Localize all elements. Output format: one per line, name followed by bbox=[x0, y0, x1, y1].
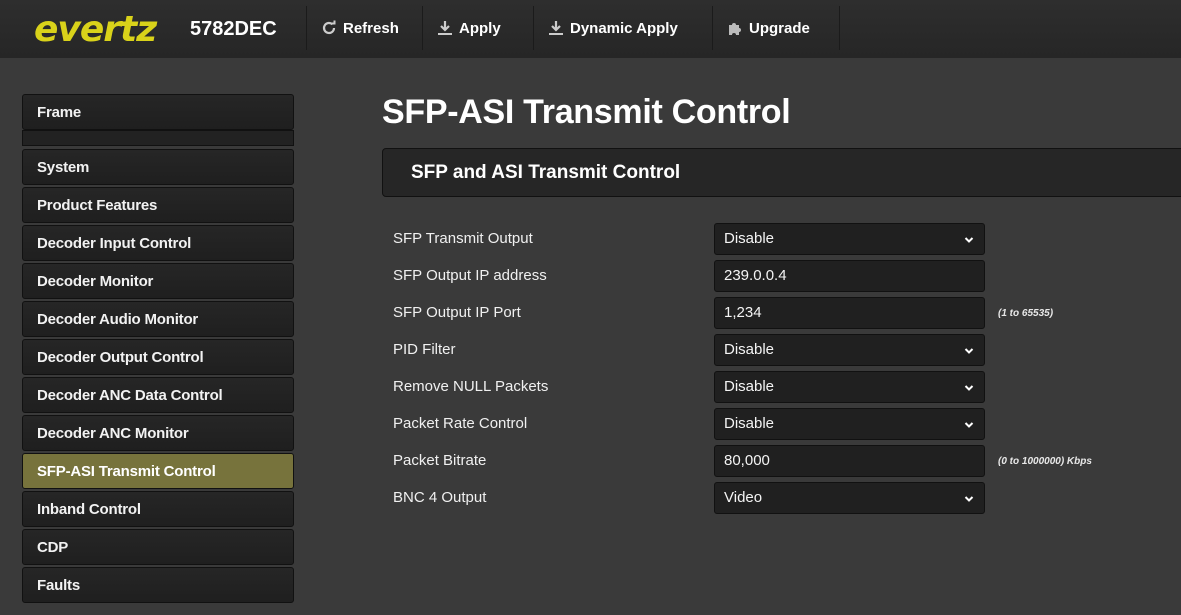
input-value: 80,000 bbox=[724, 452, 770, 469]
sidebar-divider bbox=[22, 130, 294, 146]
sidebar-item-decoder-anc-data-control[interactable]: Decoder ANC Data Control bbox=[22, 377, 294, 413]
sidebar-item-sfp-asi-transmit-control[interactable]: SFP-ASI Transmit Control bbox=[22, 453, 294, 489]
apply-label: Apply bbox=[459, 19, 501, 37]
sidebar-item-label: Decoder ANC Monitor bbox=[37, 425, 189, 442]
upgrade-label: Upgrade bbox=[749, 19, 810, 37]
packet-bitrate-input[interactable]: 80,000 bbox=[714, 445, 985, 477]
chevron-down-icon bbox=[964, 496, 974, 502]
section-title: SFP and ASI Transmit Control bbox=[411, 162, 681, 183]
sidebar-item-cdp[interactable]: CDP bbox=[22, 529, 294, 565]
dynamic-apply-button[interactable]: Dynamic Apply bbox=[533, 6, 692, 50]
download-arrow-icon bbox=[437, 20, 453, 36]
select-value: Video bbox=[724, 489, 763, 506]
field-label-sfp-transmit-output: SFP Transmit Output bbox=[393, 230, 533, 247]
refresh-button[interactable]: Refresh bbox=[306, 6, 413, 50]
evertz-logo: evertz bbox=[34, 9, 157, 50]
sidebar-item-product-features[interactable]: Product Features bbox=[22, 187, 294, 223]
refresh-icon bbox=[321, 20, 337, 36]
sfp-output-ip-port-input[interactable]: 1,234 bbox=[714, 297, 985, 329]
upgrade-button[interactable]: Upgrade bbox=[712, 6, 840, 50]
download-arrow-icon bbox=[548, 20, 564, 36]
section-header: SFP and ASI Transmit Control bbox=[382, 148, 1181, 197]
device-model: 5782DEC bbox=[190, 18, 277, 40]
top-toolbar: evertz 5782DEC Refresh Apply Dynamic App… bbox=[0, 0, 1181, 58]
puzzle-icon bbox=[727, 20, 743, 36]
input-value: 239.0.0.4 bbox=[724, 267, 787, 284]
sidebar-item-label: Decoder Output Control bbox=[37, 349, 204, 366]
sidebar-item-faults[interactable]: Faults bbox=[22, 567, 294, 603]
sidebar-item-label: SFP-ASI Transmit Control bbox=[37, 463, 216, 480]
field-label-sfp-output-ip-address: SFP Output IP address bbox=[393, 267, 547, 284]
pid-filter-select[interactable]: Disable bbox=[714, 334, 985, 366]
sidebar-item-decoder-audio-monitor[interactable]: Decoder Audio Monitor bbox=[22, 301, 294, 337]
apply-button[interactable]: Apply bbox=[422, 6, 515, 50]
sidebar-item-label: System bbox=[37, 159, 90, 176]
sidebar-item-decoder-input-control[interactable]: Decoder Input Control bbox=[22, 225, 294, 261]
field-label-sfp-output-ip-port: SFP Output IP Port bbox=[393, 304, 521, 321]
sidebar-item-label: Decoder Input Control bbox=[37, 235, 192, 252]
sfp-transmit-output-select[interactable]: Disable bbox=[714, 223, 985, 255]
sidebar-item-label: Product Features bbox=[37, 197, 158, 214]
select-value: Disable bbox=[724, 378, 775, 395]
packet-rate-control-select[interactable]: Disable bbox=[714, 408, 985, 440]
sfp-output-ip-address-input[interactable]: 239.0.0.4 bbox=[714, 260, 985, 292]
input-value: 1,234 bbox=[724, 304, 762, 321]
sidebar-item-label: CDP bbox=[37, 539, 69, 556]
page-title: SFP-ASI Transmit Control bbox=[382, 93, 791, 131]
sidebar-item-system[interactable]: System bbox=[22, 149, 294, 185]
chevron-down-icon bbox=[964, 385, 974, 391]
sidebar-item-label: Decoder ANC Data Control bbox=[37, 387, 223, 404]
sidebar-item-frame[interactable]: Frame bbox=[22, 94, 294, 130]
sidebar-item-decoder-anc-monitor[interactable]: Decoder ANC Monitor bbox=[22, 415, 294, 451]
sidebar-item-decoder-monitor[interactable]: Decoder Monitor bbox=[22, 263, 294, 299]
sidebar-item-label: Frame bbox=[37, 104, 82, 121]
refresh-label: Refresh bbox=[343, 19, 399, 37]
chevron-down-icon bbox=[964, 422, 974, 428]
sidebar-item-decoder-output-control[interactable]: Decoder Output Control bbox=[22, 339, 294, 375]
sidebar-item-label: Decoder Audio Monitor bbox=[37, 311, 199, 328]
sidebar-item-label: Decoder Monitor bbox=[37, 273, 154, 290]
field-label-pid-filter: PID Filter bbox=[393, 341, 456, 358]
select-value: Disable bbox=[724, 415, 775, 432]
sidebar-item-label: Faults bbox=[37, 577, 80, 594]
sidebar-item-inband-control[interactable]: Inband Control bbox=[22, 491, 294, 527]
select-value: Disable bbox=[724, 341, 775, 358]
chevron-down-icon bbox=[964, 237, 974, 243]
field-label-bnc-4-output: BNC 4 Output bbox=[393, 489, 487, 506]
field-label-packet-rate-control: Packet Rate Control bbox=[393, 415, 528, 432]
sidebar-item-label: Inband Control bbox=[37, 501, 141, 518]
remove-null-packets-select[interactable]: Disable bbox=[714, 371, 985, 403]
dynamic-apply-label: Dynamic Apply bbox=[570, 19, 678, 37]
bnc-4-output-select[interactable]: Video bbox=[714, 482, 985, 514]
ip-port-range-hint: (1 to 65535) bbox=[998, 308, 1054, 319]
chevron-down-icon bbox=[964, 348, 974, 354]
field-label-remove-null-packets: Remove NULL Packets bbox=[393, 378, 549, 395]
bitrate-range-hint: (0 to 1000000) Kbps bbox=[998, 456, 1092, 467]
select-value: Disable bbox=[724, 230, 775, 247]
field-label-packet-bitrate: Packet Bitrate bbox=[393, 452, 487, 469]
